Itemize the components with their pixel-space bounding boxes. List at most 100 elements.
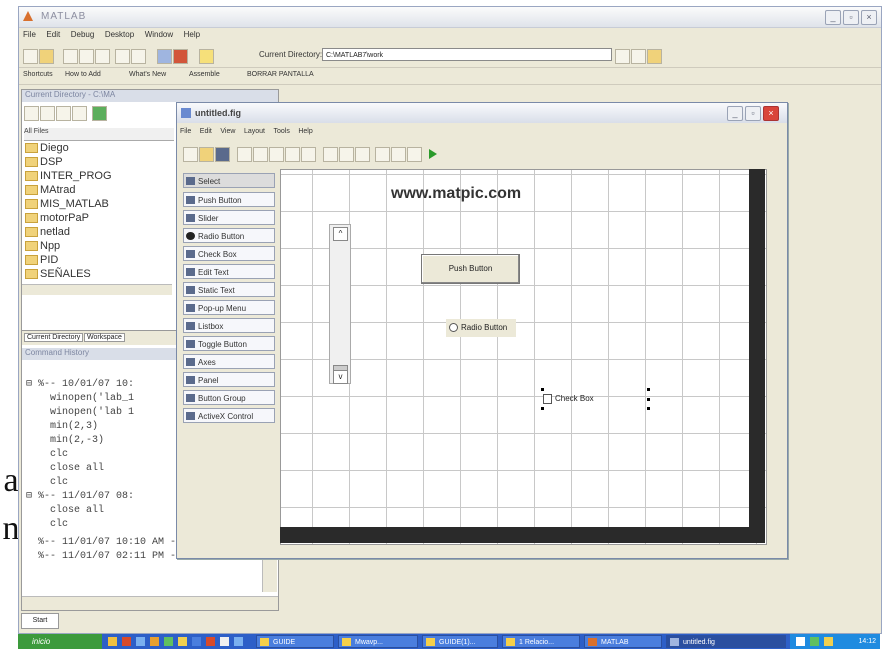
folder-item[interactable]: netlad (25, 226, 70, 239)
canvas-right-border[interactable] (749, 169, 765, 527)
paste-icon[interactable] (95, 49, 110, 64)
history-entry[interactable]: %-- 11/01/07 10:10 AM --% (26, 536, 188, 549)
palette-button-group[interactable]: Button Group (183, 390, 275, 405)
quicklaunch-icon[interactable] (108, 637, 117, 646)
palette-listbox[interactable]: Listbox (183, 318, 275, 333)
selection-handle[interactable] (647, 388, 650, 391)
close-button[interactable]: × (861, 10, 877, 25)
guide-minimize-button[interactable]: _ (727, 106, 743, 121)
history-entry[interactable]: ⊟ %-- 11/01/07 08: (26, 490, 134, 503)
canvas-bottom-border[interactable] (280, 527, 765, 543)
guide-menu-edit[interactable]: Edit (200, 128, 212, 135)
menu-edit[interactable]: Edit (46, 30, 60, 39)
all-files-header[interactable]: All Files (24, 128, 174, 141)
chevron-up-icon[interactable]: ^ (333, 227, 348, 241)
folder-icon[interactable] (647, 49, 662, 64)
palette-static-text[interactable]: Static Text (183, 282, 275, 297)
history-entry[interactable]: min(2,3) (26, 420, 98, 433)
history-entry[interactable]: close all (26, 504, 104, 517)
new-icon[interactable] (183, 147, 198, 162)
task-button[interactable]: GUIDE (256, 635, 334, 648)
folder-item[interactable]: MIS_MATLAB (25, 198, 109, 211)
property-inspector-icon[interactable] (391, 147, 406, 162)
guide-menu-help[interactable]: Help (298, 128, 312, 135)
quicklaunch-icon[interactable] (220, 637, 229, 646)
palette-push-button[interactable]: Push Button (183, 192, 275, 207)
palette-radio-button[interactable]: Radio Button (183, 228, 275, 243)
quicklaunch-icon[interactable] (234, 637, 243, 646)
radio-button-component[interactable]: Radio Button (446, 319, 516, 337)
help-icon[interactable] (199, 49, 214, 64)
browse-icon[interactable] (631, 49, 646, 64)
dropdown-icon[interactable] (615, 49, 630, 64)
check-box-component[interactable]: Check Box (541, 388, 651, 410)
start-button[interactable]: inicio (18, 634, 102, 649)
selection-handle[interactable] (647, 407, 650, 410)
task-button[interactable]: GUIDE(1)... (422, 635, 498, 648)
menu-file[interactable]: File (23, 30, 36, 39)
guide-menu-tools[interactable]: Tools (273, 128, 289, 135)
folder-item[interactable]: PID (25, 254, 58, 267)
tab-current-directory[interactable]: Current Directory (24, 333, 84, 342)
redo-icon[interactable] (131, 49, 146, 64)
shortcut-borrar-pantalla[interactable]: BORRAR PANTALLA (247, 71, 314, 78)
cut-icon[interactable] (63, 49, 78, 64)
palette-select[interactable]: Select (183, 173, 275, 188)
quicklaunch-icon[interactable] (136, 637, 145, 646)
matlab-start-button[interactable]: Start (21, 613, 59, 629)
quicklaunch-icon[interactable] (122, 637, 131, 646)
folder-item[interactable]: MAtrad (25, 184, 75, 197)
palette-popup-menu[interactable]: Pop-up Menu (183, 300, 275, 315)
push-button-component[interactable]: Push Button (421, 254, 520, 284)
clock[interactable]: 14:12 (858, 638, 876, 645)
task-button-active[interactable]: untitled.fig (666, 635, 786, 648)
guide-maximize-button[interactable]: ▫ (745, 106, 761, 121)
history-entry[interactable]: winopen('lab 1 (26, 406, 134, 419)
shortcut-how-to-add[interactable]: How to Add (65, 71, 101, 78)
history-entry[interactable]: winopen('lab_1 (26, 392, 134, 405)
quicklaunch-icon[interactable] (178, 637, 187, 646)
folder-item[interactable]: INTER_PROG (25, 170, 112, 183)
paste-icon[interactable] (269, 147, 284, 162)
quicklaunch-icon[interactable] (192, 637, 201, 646)
palette-edit-text[interactable]: Edit Text (183, 264, 275, 279)
copy-icon[interactable] (253, 147, 268, 162)
tab-order-icon[interactable] (355, 147, 370, 162)
new-file-icon[interactable] (23, 49, 38, 64)
refresh-icon[interactable] (72, 106, 87, 121)
history-entry[interactable]: close all (26, 462, 104, 475)
cut-icon[interactable] (237, 147, 252, 162)
selection-handle[interactable] (647, 398, 650, 401)
task-button[interactable]: Mwavp... (338, 635, 418, 648)
shortcut-assemble[interactable]: Assemble (189, 71, 220, 78)
guide-icon[interactable] (173, 49, 188, 64)
selection-handle[interactable] (541, 388, 544, 391)
folder-item[interactable]: DSP (25, 156, 63, 169)
quicklaunch-icon[interactable] (164, 637, 173, 646)
shortcut-whats-new[interactable]: What's New (129, 71, 166, 78)
folder-item[interactable]: Diego (25, 142, 69, 155)
maximize-button[interactable]: ▫ (843, 10, 859, 25)
menu-editor-icon[interactable] (339, 147, 354, 162)
menu-desktop[interactable]: Desktop (105, 30, 134, 39)
minimize-button[interactable]: _ (825, 10, 841, 25)
new-folder-icon[interactable] (40, 106, 55, 121)
simulink-icon[interactable] (157, 49, 172, 64)
undo-icon[interactable] (115, 49, 130, 64)
folder-item[interactable]: SEÑALES (25, 268, 91, 281)
menu-help[interactable]: Help (184, 30, 200, 39)
palette-toggle-button[interactable]: Toggle Button (183, 336, 275, 351)
palette-slider[interactable]: Slider (183, 210, 275, 225)
chevron-down-icon[interactable]: v (333, 370, 348, 384)
history-entry[interactable]: ⊟ %-- 10/01/07 10: (26, 378, 134, 391)
run-icon[interactable] (429, 149, 437, 159)
align-icon[interactable] (323, 147, 338, 162)
slider-component[interactable]: ^ v (329, 224, 351, 384)
up-folder-icon[interactable] (24, 106, 39, 121)
quicklaunch-icon[interactable] (206, 637, 215, 646)
selection-handle[interactable] (541, 407, 544, 410)
folder-item[interactable]: motorPaP (25, 212, 89, 225)
palette-activex-control[interactable]: ActiveX Control (183, 408, 275, 423)
tray-icon[interactable] (796, 637, 805, 646)
tray-icon[interactable] (810, 637, 819, 646)
